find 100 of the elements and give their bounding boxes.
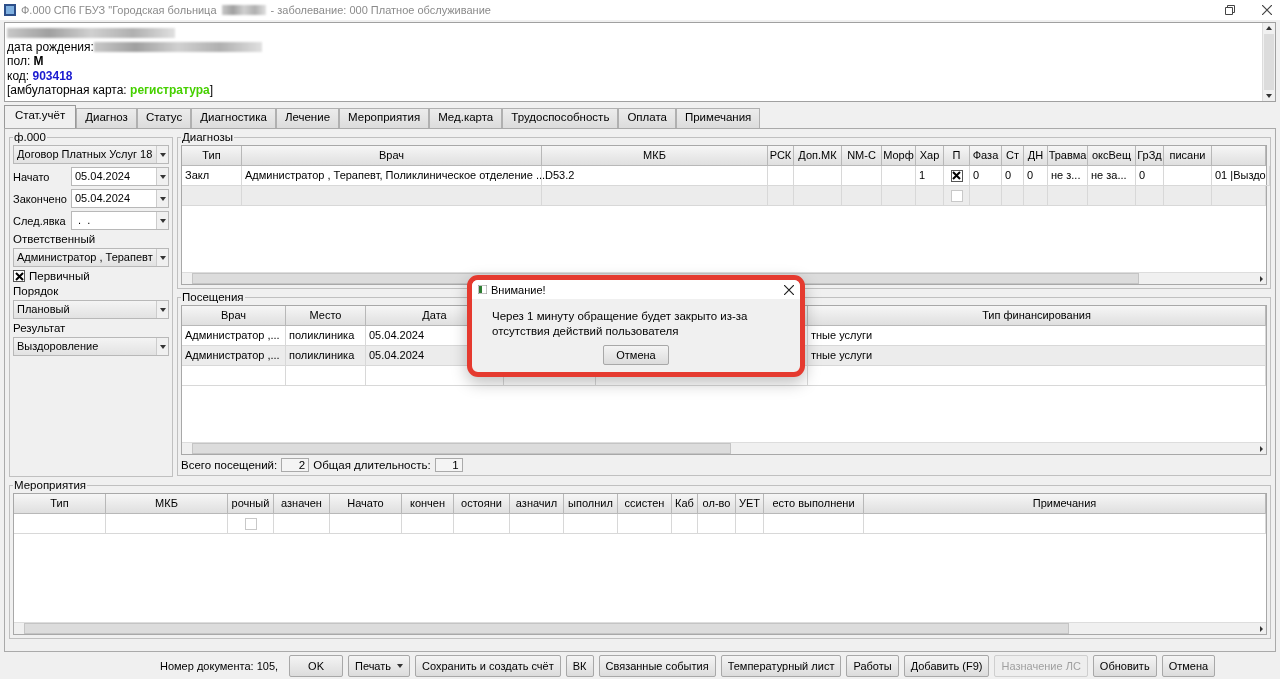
button[interactable]: OK [289,654,343,677]
tab[interactable]: Диагноз [76,108,137,128]
column-header[interactable]: азначил [510,494,564,514]
column-header[interactable]: Врач [182,306,286,326]
table-cell [768,186,794,206]
column-header[interactable]: Тип финансирования [808,306,1266,326]
table-cell [510,514,564,534]
field-label: Закончено [13,192,68,205]
caret-icon [159,344,166,349]
button[interactable]: Сохранить и создать счёт [415,654,561,677]
table-cell [882,186,916,206]
table-cell: поликлиника [286,346,366,366]
column-header[interactable]: NM-С [842,146,882,166]
responsible-dropdown[interactable]: Администратор , Терапевт [13,248,169,267]
checkbox-label: Первичный [29,270,90,282]
column-header[interactable]: оксВещ [1088,146,1136,166]
column-header[interactable]: Тип [182,146,242,166]
column-header[interactable]: ссистен [618,494,672,514]
code-value: 903418 [32,68,73,83]
horizontal-scrollbar[interactable] [182,442,1266,454]
column-header[interactable]: Врач [242,146,542,166]
column-header[interactable]: РСК [768,146,794,166]
tab[interactable]: Трудоспособность [502,108,619,128]
column-header[interactable]: УЕТ [736,494,764,514]
date-field[interactable]: 05.04.2024 [71,189,169,208]
column-header[interactable]: П [944,146,970,166]
tab[interactable]: Лечение [275,108,340,128]
group-title: ф.000 [13,131,47,143]
button[interactable]: Печать [348,654,411,677]
table-cell: тные услуги [808,346,1266,366]
app-icon [478,285,487,294]
tab[interactable]: Оплата [618,108,676,128]
column-header[interactable]: МКБ [542,146,768,166]
column-header[interactable]: Каб [672,494,698,514]
table-cell [182,186,242,206]
tab[interactable]: Примечания [675,108,761,128]
column-header[interactable]: писани [1164,146,1212,166]
table-cell [618,514,672,534]
column-header[interactable]: Травма [1048,146,1088,166]
column-header[interactable]: есто выполнени [764,494,864,514]
total-label: Всего посещений: [181,459,278,471]
group-title: Мероприятия [13,479,88,491]
close-icon[interactable] [1262,5,1272,15]
column-header[interactable]: Начато [330,494,402,514]
button[interactable]: Работы [846,654,899,677]
column-header[interactable]: азначен [274,494,330,514]
tab[interactable]: Диагностика [191,108,276,128]
tab[interactable]: Статус [136,108,192,128]
button[interactable]: ВК [565,654,594,677]
table-cell [1212,186,1266,206]
column-header[interactable]: Место [286,306,366,326]
order-dropdown[interactable]: Плановый [13,300,169,319]
column-header[interactable]: ГрЗд [1136,146,1164,166]
blurred-text [221,5,266,15]
cancel-button[interactable]: Отмена [603,345,669,365]
table-cell [794,186,842,206]
caret-icon [159,307,166,312]
column-header[interactable]: Фаза [970,146,1002,166]
duration-field: 1 [434,458,463,472]
restore-icon[interactable] [1225,5,1235,15]
field-label: Начато [13,170,51,183]
column-header[interactable]: Доп.МК [794,146,842,166]
app-icon [4,4,16,16]
tab[interactable]: Мероприятия [339,108,430,128]
vertical-scrollbar[interactable] [1262,23,1275,101]
caret-icon [397,663,404,668]
column-header[interactable]: Примечания [864,494,1266,514]
button[interactable]: Температурный лист [720,654,842,677]
field-label: Результат [13,322,67,334]
horizontal-scrollbar[interactable] [14,622,1266,634]
button[interactable]: Обновить [1092,654,1157,677]
column-header[interactable]: Тип [14,494,106,514]
column-header[interactable]: ыполнил [564,494,618,514]
document-number: Номер документа: 105, [160,659,279,672]
duration-label: Общая длительность: [313,459,431,471]
tab[interactable]: Стат.учёт [4,105,77,128]
tab[interactable]: Мед.карта [429,108,503,128]
column-header[interactable]: ДН [1024,146,1048,166]
result-dropdown[interactable]: Выздоровление [13,337,169,356]
date-field[interactable]: . . [71,211,169,230]
checkbox[interactable] [13,270,25,282]
column-header[interactable]: кончен [402,494,454,514]
table-cell [698,514,736,534]
date-field[interactable]: 05.04.2024 [71,167,169,186]
column-header[interactable]: ол-во [698,494,736,514]
contract-dropdown[interactable]: Договор Платных Услуг 18 [13,145,169,164]
close-icon[interactable] [784,284,794,295]
column-header[interactable]: Хар [916,146,944,166]
column-header[interactable]: рочный [228,494,274,514]
column-header[interactable]: МКБ [106,494,228,514]
column-header[interactable]: Ст [1002,146,1024,166]
button[interactable]: Отмена [1161,654,1216,677]
table-cell [736,514,764,534]
table-cell [330,514,402,534]
button[interactable]: Добавить (F9) [903,654,990,677]
button[interactable]: Связанные события [598,654,716,677]
checkbox[interactable] [950,169,963,182]
column-header[interactable]: Морф [882,146,916,166]
table-cell [1088,186,1136,206]
column-header[interactable]: остояни [454,494,510,514]
